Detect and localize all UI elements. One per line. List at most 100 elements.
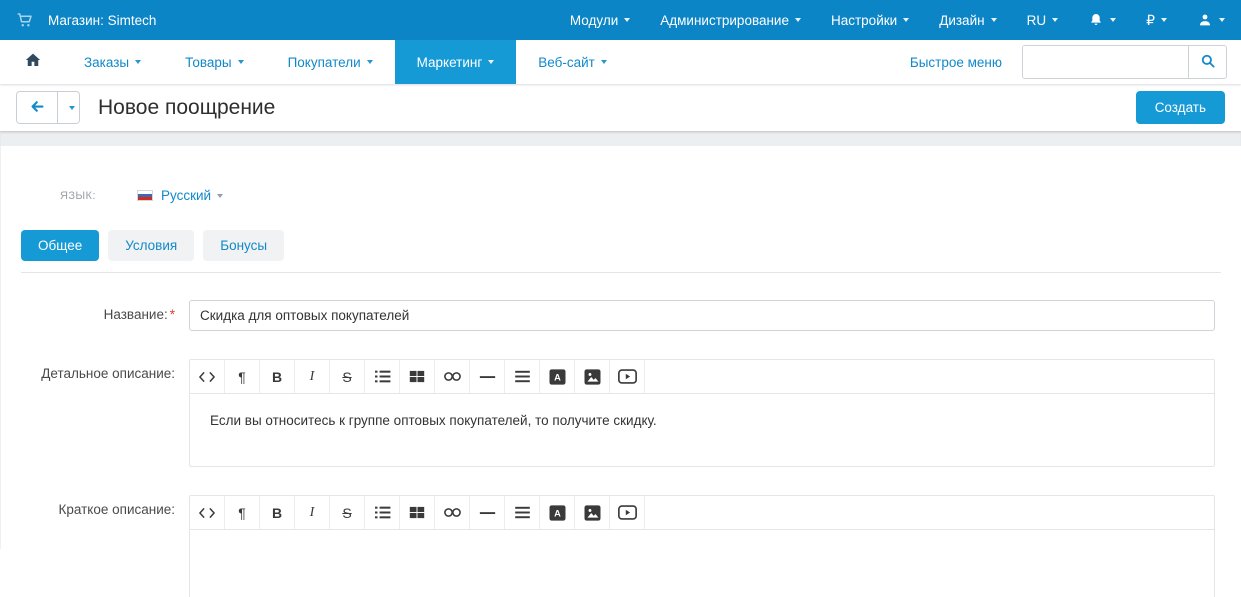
horizontal-rule-icon[interactable] bbox=[470, 496, 505, 529]
svg-text:A: A bbox=[554, 508, 561, 518]
topbar: Магазин: Simtech Модули Администрировани… bbox=[0, 0, 1241, 40]
user-icon bbox=[1197, 12, 1213, 28]
page-header: Новое поощрение Создать bbox=[0, 84, 1241, 131]
horizontal-rule-icon[interactable] bbox=[470, 360, 505, 393]
code-view-icon[interactable] bbox=[190, 496, 225, 529]
chevron-down-icon bbox=[600, 60, 607, 64]
name-label: Название: * bbox=[103, 307, 175, 322]
tabs-divider bbox=[21, 272, 1221, 273]
strikethrough-icon[interactable]: S bbox=[330, 496, 365, 529]
nav-products[interactable]: Товары bbox=[163, 40, 265, 84]
short-description-row: Краткое описание: ¶ B I S A bbox=[1, 495, 1241, 597]
svg-text:A: A bbox=[554, 372, 561, 382]
back-button[interactable] bbox=[17, 92, 57, 123]
tab-conditions[interactable]: Условия bbox=[108, 230, 195, 261]
unordered-list-icon[interactable] bbox=[365, 360, 400, 393]
nav-customers[interactable]: Покупатели bbox=[266, 40, 395, 84]
code-view-icon[interactable] bbox=[190, 360, 225, 393]
store-selector[interactable]: Магазин: Simtech bbox=[16, 11, 156, 29]
align-icon[interactable] bbox=[505, 360, 540, 393]
chevron-down-icon bbox=[68, 105, 75, 110]
chevron-down-icon bbox=[1110, 18, 1117, 22]
unordered-list-icon[interactable] bbox=[365, 496, 400, 529]
link-icon[interactable] bbox=[435, 496, 470, 529]
link-icon[interactable] bbox=[435, 360, 470, 393]
chevron-down-icon bbox=[794, 18, 801, 22]
search-input[interactable] bbox=[1023, 46, 1188, 78]
chevron-down-icon bbox=[1161, 18, 1167, 22]
full-description-row: Детальное описание: ¶ B I S A Если вы относи… bbox=[1, 359, 1241, 467]
menu-settings[interactable]: Настройки bbox=[831, 13, 910, 28]
russia-flag-icon bbox=[137, 190, 153, 201]
search-button[interactable] bbox=[1188, 46, 1226, 78]
back-dropdown-button[interactable] bbox=[57, 92, 79, 123]
create-button[interactable]: Создать bbox=[1135, 91, 1225, 124]
image-icon[interactable] bbox=[575, 496, 610, 529]
paragraph-icon[interactable]: ¶ bbox=[225, 496, 260, 529]
language-row: ЯЗЫК: Русский bbox=[60, 188, 1241, 203]
font-color-icon[interactable]: A bbox=[540, 496, 575, 529]
chevron-down-icon bbox=[237, 60, 244, 64]
tab-general[interactable]: Общее bbox=[21, 230, 100, 261]
chevron-down-icon bbox=[135, 60, 142, 64]
admin-page: Магазин: Simtech Модули Администрировани… bbox=[0, 0, 1241, 597]
home-icon bbox=[24, 51, 42, 74]
page-title: Новое поощрение bbox=[98, 95, 276, 119]
bold-icon[interactable]: B bbox=[260, 496, 295, 529]
currency-menu[interactable]: ₽ bbox=[1146, 12, 1167, 29]
notifications-menu[interactable] bbox=[1088, 12, 1117, 28]
italic-icon[interactable]: I bbox=[295, 496, 330, 529]
menu-language[interactable]: RU bbox=[1027, 13, 1059, 28]
name-input[interactable] bbox=[189, 300, 1215, 331]
main-navbar: Заказы Товары Покупатели Маркетинг Веб-с… bbox=[0, 40, 1241, 84]
name-row: Название: * bbox=[1, 300, 1241, 331]
editor-toolbar: ¶ B I S A bbox=[190, 360, 1214, 394]
nav-website[interactable]: Веб-сайт bbox=[516, 40, 629, 84]
tab-bonuses[interactable]: Бонусы bbox=[203, 230, 285, 261]
required-mark: * bbox=[169, 307, 175, 322]
italic-icon[interactable]: I bbox=[295, 360, 330, 393]
video-icon[interactable] bbox=[610, 496, 645, 529]
chevron-down-icon bbox=[217, 193, 224, 198]
language-value: Русский bbox=[161, 188, 212, 203]
back-button-group bbox=[16, 91, 80, 124]
table-grid-icon[interactable] bbox=[400, 496, 435, 529]
nav-orders[interactable]: Заказы bbox=[62, 40, 163, 84]
short-description-text[interactable] bbox=[190, 530, 1214, 597]
tabs: Общее Условия Бонусы bbox=[21, 230, 1241, 261]
full-description-label: Детальное описание: bbox=[41, 366, 175, 381]
chevron-down-icon bbox=[624, 18, 631, 22]
language-selector[interactable]: Русский bbox=[137, 188, 224, 203]
table-grid-icon[interactable] bbox=[400, 360, 435, 393]
account-menu[interactable] bbox=[1197, 12, 1225, 28]
home-button[interactable] bbox=[0, 40, 62, 84]
chevron-down-icon bbox=[488, 60, 495, 64]
chevron-down-icon bbox=[903, 18, 910, 22]
image-icon[interactable] bbox=[575, 360, 610, 393]
search-icon bbox=[1199, 52, 1217, 73]
full-description-editor: ¶ B I S A Если вы относитесь к группе оптовы… bbox=[189, 359, 1215, 467]
language-label: ЯЗЫК: bbox=[60, 189, 96, 202]
menu-administration[interactable]: Администрирование bbox=[660, 13, 801, 28]
full-description-text[interactable]: Если вы относитесь к группе оптовых поку… bbox=[190, 394, 1214, 466]
paragraph-icon[interactable]: ¶ bbox=[225, 360, 260, 393]
store-label: Магазин: Simtech bbox=[48, 12, 157, 28]
nav-marketing[interactable]: Маркетинг bbox=[394, 40, 517, 84]
strikethrough-icon[interactable]: S bbox=[330, 360, 365, 393]
menu-modules[interactable]: Модули bbox=[570, 13, 631, 28]
quick-menu-link[interactable]: Быстрое меню bbox=[910, 55, 1002, 70]
font-color-icon[interactable]: A bbox=[540, 360, 575, 393]
promotion-form: Название:* Детальное описание: ¶BISA Есл… bbox=[1, 300, 1241, 597]
align-icon[interactable] bbox=[505, 496, 540, 529]
arrow-left-icon bbox=[29, 98, 46, 118]
search-box bbox=[1022, 45, 1227, 79]
content-divider-strip bbox=[0, 131, 1241, 146]
short-description-label: Краткое описание: bbox=[58, 502, 175, 517]
menu-design[interactable]: Дизайн bbox=[939, 13, 997, 28]
promotion-form-content: ЯЗЫК: Русский Общее Условия Бонусы Назва… bbox=[0, 146, 1241, 597]
video-icon[interactable] bbox=[610, 360, 645, 393]
bell-icon bbox=[1088, 12, 1104, 28]
chevron-down-icon bbox=[1052, 18, 1059, 22]
bold-icon[interactable]: B bbox=[260, 360, 295, 393]
chevron-down-icon bbox=[990, 18, 997, 22]
